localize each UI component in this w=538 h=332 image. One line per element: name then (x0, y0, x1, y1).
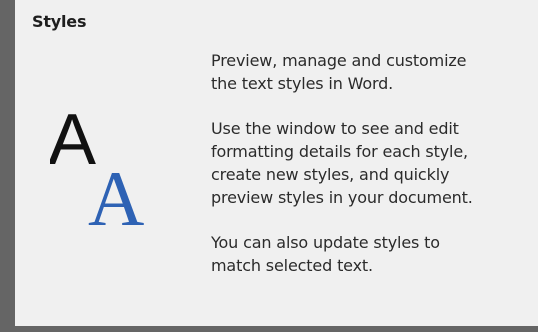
styles-tooltip: Styles A A Preview, manage and customize… (0, 0, 538, 332)
description-line: create new styles, and quickly (211, 165, 450, 184)
description-line: the text styles in Word. (211, 74, 394, 93)
description-paragraph-1: Preview, manage and customize the text s… (211, 49, 531, 95)
description-paragraph-2: Use the window to see and edit formattin… (211, 117, 531, 209)
description-paragraph-3: You can also update styles to match sele… (211, 231, 531, 277)
tooltip-description: Preview, manage and customize the text s… (211, 49, 531, 299)
description-line: You can also update styles to (211, 233, 440, 252)
description-line: match selected text. (211, 256, 373, 275)
styles-aa-icon: A A (50, 112, 180, 237)
description-line: formatting details for each style, (211, 142, 468, 161)
tooltip-title: Styles (32, 12, 87, 31)
description-line: preview styles in your document. (211, 188, 473, 207)
description-line: Preview, manage and customize (211, 51, 467, 70)
tooltip-left-border (0, 0, 15, 332)
styles-icon-blue-a: A (88, 155, 144, 237)
tooltip-bottom-border (15, 326, 538, 332)
description-line: Use the window to see and edit (211, 119, 459, 138)
